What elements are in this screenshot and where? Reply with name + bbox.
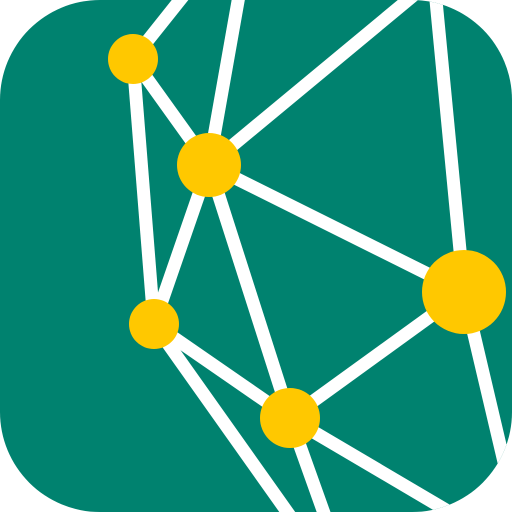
graph-node [177,133,241,197]
app-icon-canvas [0,0,512,512]
graph-node [129,299,179,349]
graph-node [108,34,158,84]
graph-node [422,250,506,334]
graph-node [260,388,320,448]
icon-tile-background [0,0,512,512]
network-graph-icon [0,0,512,512]
